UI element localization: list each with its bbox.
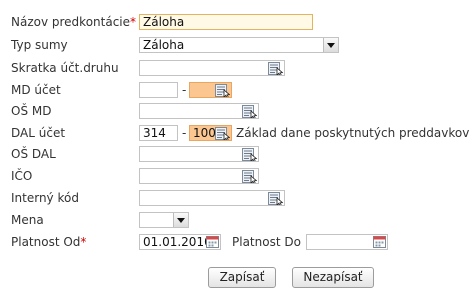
required-mark: * <box>130 15 137 29</box>
platnost-do-label: Platnost Do <box>232 235 301 249</box>
form-actions: Zapísať Nezapísať <box>0 267 473 289</box>
dal-ucet-input[interactable]: 314 <box>139 125 178 141</box>
skratka-label: Skratka účt.druhu <box>11 61 119 75</box>
row-mena: Mena <box>0 210 473 230</box>
lookup-list-icon[interactable] <box>215 127 230 140</box>
dal-ucet-description: Základ dane poskytnutých preddavkov d <box>236 126 473 140</box>
nazov-input[interactable]: Záloha <box>139 14 313 30</box>
predkontacia-form: Názov predkontácie* Záloha Typ sumy Zálo… <box>0 0 473 302</box>
row-os-md: OŠ MD <box>0 101 473 121</box>
dal-ucet-label: DAL účet <box>11 126 66 140</box>
os-dal-input[interactable] <box>139 146 259 162</box>
cancel-button[interactable]: Nezapísať <box>292 267 374 288</box>
chevron-down-icon[interactable] <box>173 213 188 227</box>
os-md-input[interactable] <box>139 103 259 119</box>
dal-ucet-analytic-value: 100 <box>193 126 216 140</box>
row-platnost: Platnost Od* 01.01.2010 Platnost Do <box>0 232 473 252</box>
md-ucet-input[interactable] <box>139 82 178 98</box>
platnost-do-input[interactable] <box>306 234 388 250</box>
nazov-label: Názov predkontácie* <box>11 15 137 29</box>
mena-label: Mena <box>11 213 44 227</box>
lookup-list-icon[interactable] <box>242 170 257 183</box>
dal-ucet-separator: - <box>182 126 187 140</box>
row-typ-sumy: Typ sumy Záloha <box>0 35 473 55</box>
platnost-od-label: Platnost Od* <box>11 235 87 249</box>
lookup-list-icon[interactable] <box>242 105 257 118</box>
row-os-dal: OŠ DAL <box>0 144 473 164</box>
row-md-ucet: MD účet - <box>0 80 473 100</box>
os-dal-label: OŠ DAL <box>11 147 56 161</box>
md-ucet-analytic-input[interactable] <box>189 82 232 98</box>
lookup-list-icon[interactable] <box>268 62 283 75</box>
interny-kod-label: Interný kód <box>11 191 79 205</box>
platnost-od-input[interactable]: 01.01.2010 <box>139 234 221 250</box>
interny-kod-input[interactable] <box>139 190 285 206</box>
lookup-list-icon[interactable] <box>242 148 257 161</box>
row-nazov: Názov predkontácie* Záloha <box>0 12 473 32</box>
row-skratka: Skratka účt.druhu <box>0 58 473 78</box>
calendar-icon[interactable] <box>373 236 386 248</box>
ico-label: IČO <box>11 169 33 183</box>
mena-select[interactable] <box>139 212 189 228</box>
typ-sumy-value: Záloha <box>143 38 185 52</box>
skratka-input[interactable] <box>139 60 285 76</box>
typ-sumy-label: Typ sumy <box>11 38 68 52</box>
calendar-icon[interactable] <box>206 236 219 248</box>
dal-ucet-analytic-input[interactable]: 100 <box>189 125 232 141</box>
lookup-list-icon[interactable] <box>215 84 230 97</box>
lookup-list-icon[interactable] <box>268 192 283 205</box>
required-mark: * <box>80 235 87 249</box>
ico-input[interactable] <box>139 168 259 184</box>
row-interny-kod: Interný kód <box>0 188 473 208</box>
row-ico: IČO <box>0 166 473 186</box>
typ-sumy-select[interactable]: Záloha <box>139 37 339 53</box>
platnost-od-value: 01.01.2010 <box>143 235 212 249</box>
md-ucet-label: MD účet <box>11 83 61 97</box>
row-dal-ucet: DAL účet 314 - 100 Základ dane poskytnut… <box>0 123 473 143</box>
os-md-label: OŠ MD <box>11 104 52 118</box>
md-ucet-separator: - <box>182 83 187 97</box>
save-button[interactable]: Zapísať <box>208 267 276 288</box>
chevron-down-icon[interactable] <box>323 38 338 52</box>
